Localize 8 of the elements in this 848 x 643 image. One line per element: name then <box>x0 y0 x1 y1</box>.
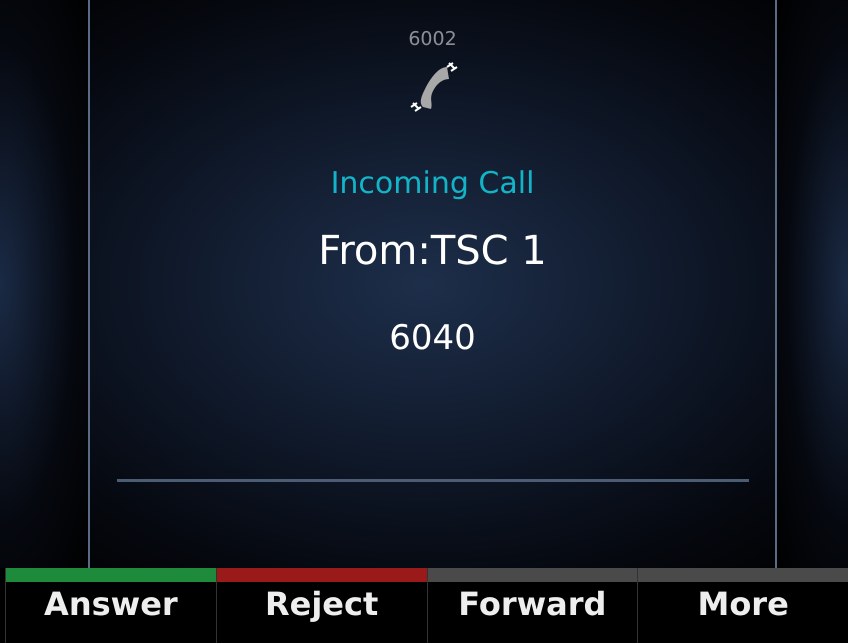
line-number: 6002 <box>408 30 457 49</box>
softkey[interactable]: Answer <box>5 568 216 643</box>
caller-number: 6040 <box>389 321 476 355</box>
caller-name: From:TSC 1 <box>318 231 547 271</box>
call-status: Incoming Call <box>330 169 534 199</box>
softkey[interactable]: Forward <box>426 568 638 643</box>
softkey[interactable]: Reject <box>216 568 426 643</box>
softkey[interactable]: More <box>637 568 848 643</box>
